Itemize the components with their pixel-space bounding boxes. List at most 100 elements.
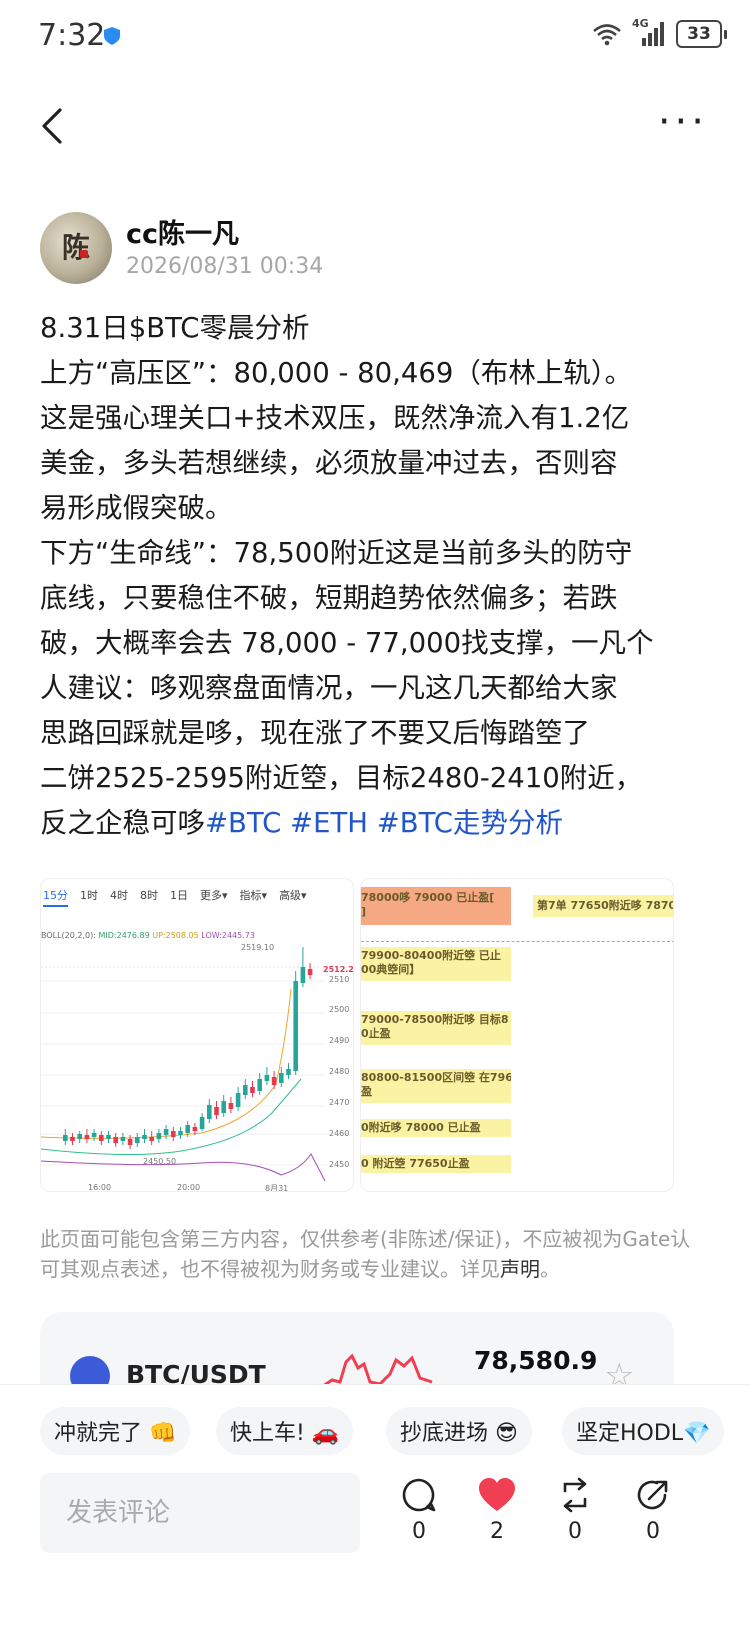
quick-reply-chip[interactable]: 快上车! 🚗 (216, 1407, 354, 1455)
post-timestamp: 2026/08/31 00:34 (126, 254, 324, 279)
bottom-panel: 冲就完了 👊 快上车! 🚗 抄底进场 😎 坚定HODL💎 发表评论 0 2 0 (0, 1384, 750, 1650)
share-icon (637, 1480, 668, 1510)
avatar-glyph: 陈 (62, 231, 91, 264)
high-label: 2519.10 (241, 943, 275, 952)
candle-body (279, 1073, 284, 1083)
candle-body (286, 1069, 291, 1075)
note-row: 0附近哆 78000 已止盈 (361, 1119, 511, 1137)
comment-count: 0 (412, 1519, 426, 1544)
comment-input[interactable]: 发表评论 (40, 1473, 360, 1553)
candle-body (63, 1135, 68, 1141)
candle-body (300, 967, 306, 983)
post-detail-page: 7:32 4G 33 ··· 陈 cc陈一凡 2026/08/31 00:34 … (0, 0, 750, 1650)
candle-body (228, 1103, 234, 1109)
post-line: 反之企稳可哆 (40, 807, 205, 839)
candle-body (178, 1131, 183, 1135)
candle-body (257, 1079, 262, 1091)
y-tick: 2510 (329, 975, 350, 984)
candle-body (271, 1077, 277, 1085)
share-button[interactable]: 0 (628, 1477, 678, 1544)
y-tick: 2500 (329, 1005, 350, 1014)
candle-body (120, 1137, 126, 1141)
battery-icon: 33 (676, 20, 727, 48)
candle-body (235, 1093, 241, 1107)
like-button[interactable]: 2 (472, 1477, 522, 1544)
post-content: 8.31日$BTC零晨分析 上方“高压区”：80,000 - 80,469（布林… (40, 306, 710, 846)
low-label: 2450.50 (143, 1157, 177, 1166)
y-tick: 2460 (329, 1129, 350, 1138)
note-row: 0 附近箜 77650止盈 (361, 1155, 511, 1173)
candle-body (127, 1139, 133, 1145)
candle-body (142, 1135, 147, 1139)
post-line: 底线，只要稳住不破，短期趋势依然偏多；若跌 (40, 582, 618, 614)
post-line: 二饼2525-2595附近箜，目标2480-2410附近， (40, 762, 643, 794)
post-line: 思路回踩就是哆，现在涨了不要又后悔踏箜了 (40, 717, 590, 749)
price-tag: 2512.24 (323, 965, 354, 974)
candle-body (135, 1137, 140, 1143)
shield-icon (104, 27, 120, 45)
post-line: 美金，多头若想继续，必须放量冲过去，否则容 (40, 447, 618, 479)
candle-body (307, 969, 313, 975)
comment-button[interactable]: 0 (394, 1477, 444, 1544)
ticker-price: 78,580.9 (474, 1346, 598, 1375)
candle-body (171, 1131, 176, 1137)
candle-body (70, 1137, 75, 1141)
disclaimer-link[interactable]: 声明 (500, 1257, 540, 1281)
status-time: 7:32 (38, 18, 106, 53)
disclaimer-text: 此页面可能包含第三方内容，仅供参考(非陈述/保证)，不应被视为Gate认可其观点… (40, 1227, 691, 1281)
candle-body (99, 1135, 104, 1141)
candle-body (243, 1085, 248, 1095)
note-row: 80800-81500区间箜 在796 盈 (361, 1069, 511, 1103)
candle-body (185, 1125, 190, 1133)
share-count: 0 (646, 1519, 660, 1544)
like-count: 2 (490, 1519, 504, 1544)
candle-body (207, 1105, 212, 1119)
hashtag-eth[interactable]: #ETH (290, 807, 368, 839)
comment-icon (402, 1478, 436, 1512)
quick-reply-chip[interactable]: 抄底进场 😎 (386, 1407, 532, 1455)
repost-button[interactable]: 0 (550, 1477, 600, 1544)
battery-level: 33 (687, 24, 711, 44)
post-last-line: 反之企稳可哆#BTC #ETH #BTC走势分析 (40, 801, 710, 846)
x-tick: 16:00 (88, 1183, 112, 1192)
note-row: 78000哆 79000 已止盈[] (361, 891, 495, 918)
quick-reply-chip[interactable]: 冲就完了 👊 (40, 1407, 191, 1455)
candle-body (293, 981, 298, 1071)
candle-body (264, 1075, 270, 1081)
candle-body (149, 1137, 154, 1141)
note-row: 79900-80400附近箜 已止 00典箜间】 (361, 947, 511, 981)
avatar[interactable]: 陈 (40, 212, 112, 284)
repost-count: 0 (568, 1519, 582, 1544)
y-tick: 2490 (329, 1036, 350, 1045)
post-image-notes[interactable]: 78000哆 79000 已止盈[] 第7单 77650附近哆 7870 799… (360, 878, 674, 1192)
heart-icon (479, 1478, 515, 1511)
candle-body (250, 1087, 255, 1093)
hashtag-btc[interactable]: #BTC (205, 807, 281, 839)
back-arrow-icon[interactable] (38, 106, 68, 146)
disclaimer: 此页面可能包含第三方内容，仅供参考(非陈述/保证)，不应被视为Gate认可其观点… (40, 1224, 710, 1284)
signal-icon: 4G (632, 17, 666, 47)
post-line: 8.31日$BTC零晨分析 (40, 312, 310, 344)
hashtag-btc-analysis[interactable]: #BTC走势分析 (377, 807, 563, 839)
candlestick-chart (41, 947, 353, 1182)
post-image-chart[interactable]: 15分 1时 4时 8时 1日 更多▾ 指标▾ 高级▾ BOLL(20,2,0)… (40, 878, 354, 1192)
candle-body (214, 1107, 219, 1115)
quick-reply-chip[interactable]: 坚定HODL💎 (562, 1407, 725, 1455)
y-tick: 2480 (329, 1067, 350, 1076)
post-line: 人建议：哆观察盘面情况，一凡这几天都给大家 (40, 672, 618, 704)
x-tick: 20:00 (177, 1183, 201, 1192)
note-row: 79000-78500附近哆 目标8 0止盈 (361, 1011, 511, 1045)
candle-body (163, 1129, 169, 1135)
note-side: 第7单 77650附近哆 7870 (533, 895, 673, 917)
post-line: 破，大概率会去 78,000 - 77,000找支撑，一凡个 (40, 627, 654, 659)
status-bar: 7:32 4G 33 (0, 0, 750, 76)
y-tick: 2450 (329, 1160, 350, 1169)
post-line: 上方“高压区”：80,000 - 80,469（布林上轨）。 (40, 357, 633, 389)
more-options-icon[interactable]: ··· (658, 102, 708, 142)
candle-body (192, 1127, 198, 1131)
candle-body (156, 1133, 162, 1139)
candle-body (199, 1117, 205, 1129)
author-name[interactable]: cc陈一凡 (126, 212, 239, 251)
wifi-icon (593, 24, 621, 46)
y-tick: 2470 (329, 1098, 350, 1107)
